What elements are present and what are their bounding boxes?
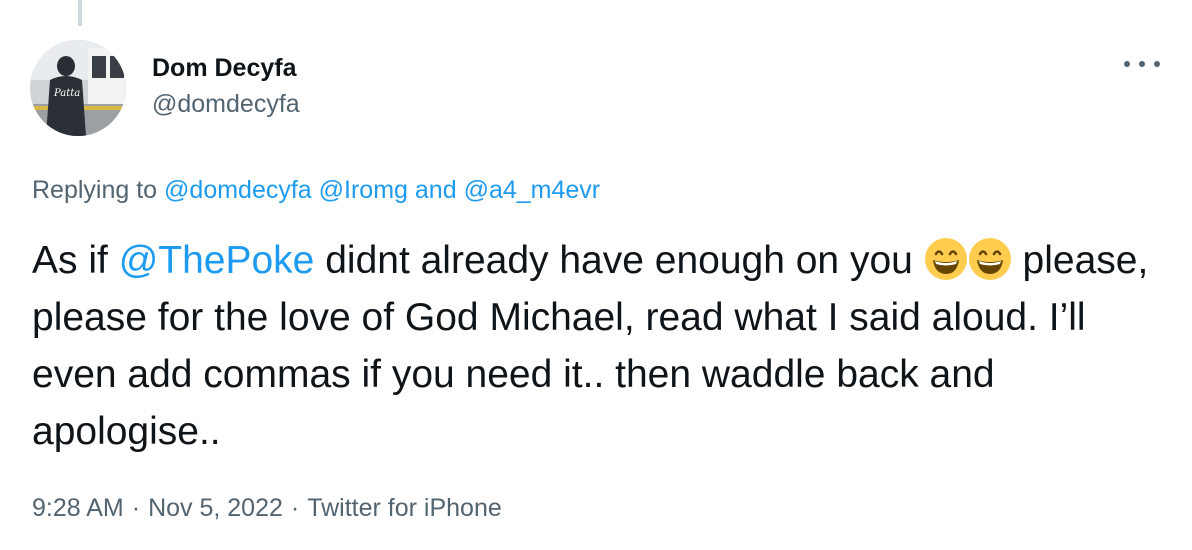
user-avatar-photo-icon: Patta xyxy=(30,40,126,136)
tweet-timestamp-time[interactable]: 9:28 AM xyxy=(32,494,124,522)
more-options-button[interactable] xyxy=(1124,52,1160,76)
reply-mention-conjunction[interactable]: and xyxy=(415,176,457,204)
svg-text:Patta: Patta xyxy=(53,88,80,99)
meta-separator: · xyxy=(290,494,300,522)
author-display-name[interactable]: Dom Decyfa xyxy=(152,52,300,84)
thread-connector-line xyxy=(78,0,82,26)
tweet-mention-link[interactable]: @ThePoke xyxy=(119,239,315,282)
grinning-face-emoji-icon xyxy=(924,237,968,281)
grinning-face-emoji-icon xyxy=(968,237,1012,281)
ellipsis-icon-dot xyxy=(1154,61,1160,67)
meta-separator: · xyxy=(131,494,141,522)
reply-mention-link[interactable]: @domdecyfa xyxy=(164,176,312,204)
tweet-text: As if @ThePoke didnt already have enough… xyxy=(32,232,1152,460)
tweet-metadata: 9:28 AM · Nov 5, 2022 · Twitter for iPhone xyxy=(32,490,502,526)
tweet-source-link[interactable]: Twitter for iPhone xyxy=(307,494,502,522)
avatar[interactable]: Patta xyxy=(30,40,126,136)
author-info: Dom Decyfa @domdecyfa xyxy=(152,52,300,120)
tweet-text-segment: As if xyxy=(32,239,119,282)
reply-mention-link[interactable]: @a4_m4evr xyxy=(464,176,601,204)
tweet-text-segment: didnt already have enough on you xyxy=(314,239,924,282)
ellipsis-icon-dot xyxy=(1124,61,1130,67)
tweet-timestamp-date[interactable]: Nov 5, 2022 xyxy=(148,494,283,522)
ellipsis-icon-dot xyxy=(1139,61,1145,67)
author-handle[interactable]: @domdecyfa xyxy=(152,88,300,120)
reply-context: Replying to @domdecyfa @Iromg and @a4_m4… xyxy=(32,173,600,207)
reply-mention-link[interactable]: @Iromg xyxy=(319,176,408,204)
reply-context-prefix: Replying to xyxy=(32,176,158,204)
